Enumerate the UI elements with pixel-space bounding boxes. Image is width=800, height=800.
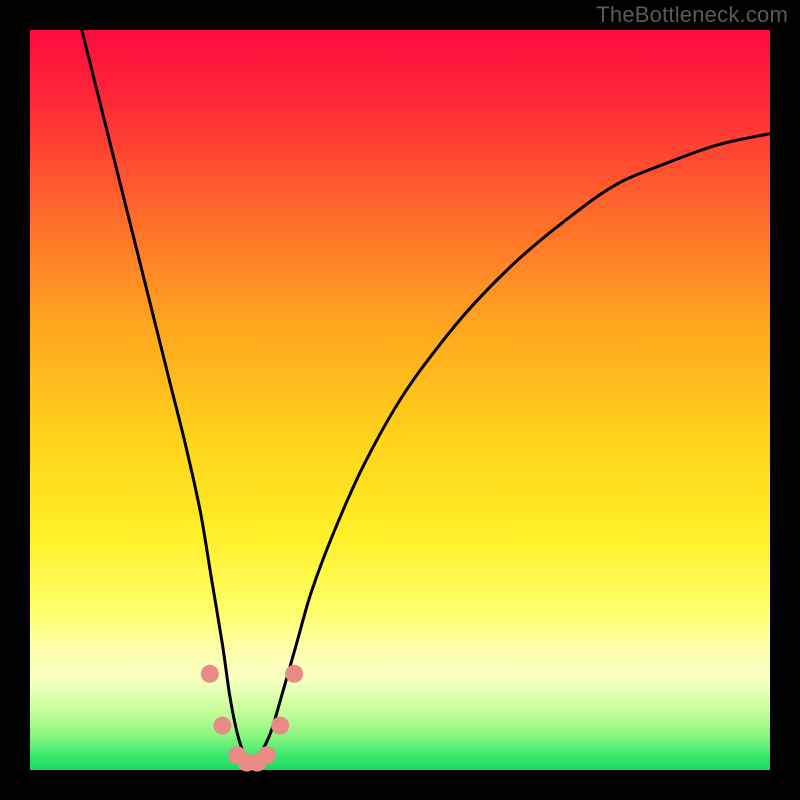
curve-marker: [271, 717, 289, 735]
bottleneck-chart: [0, 0, 800, 800]
curve-marker: [213, 717, 231, 735]
curve-marker: [285, 665, 303, 683]
app-frame: TheBottleneck.com: [0, 0, 800, 800]
curve-marker: [201, 665, 219, 683]
watermark-text: TheBottleneck.com: [596, 2, 788, 28]
curve-marker: [258, 746, 276, 764]
